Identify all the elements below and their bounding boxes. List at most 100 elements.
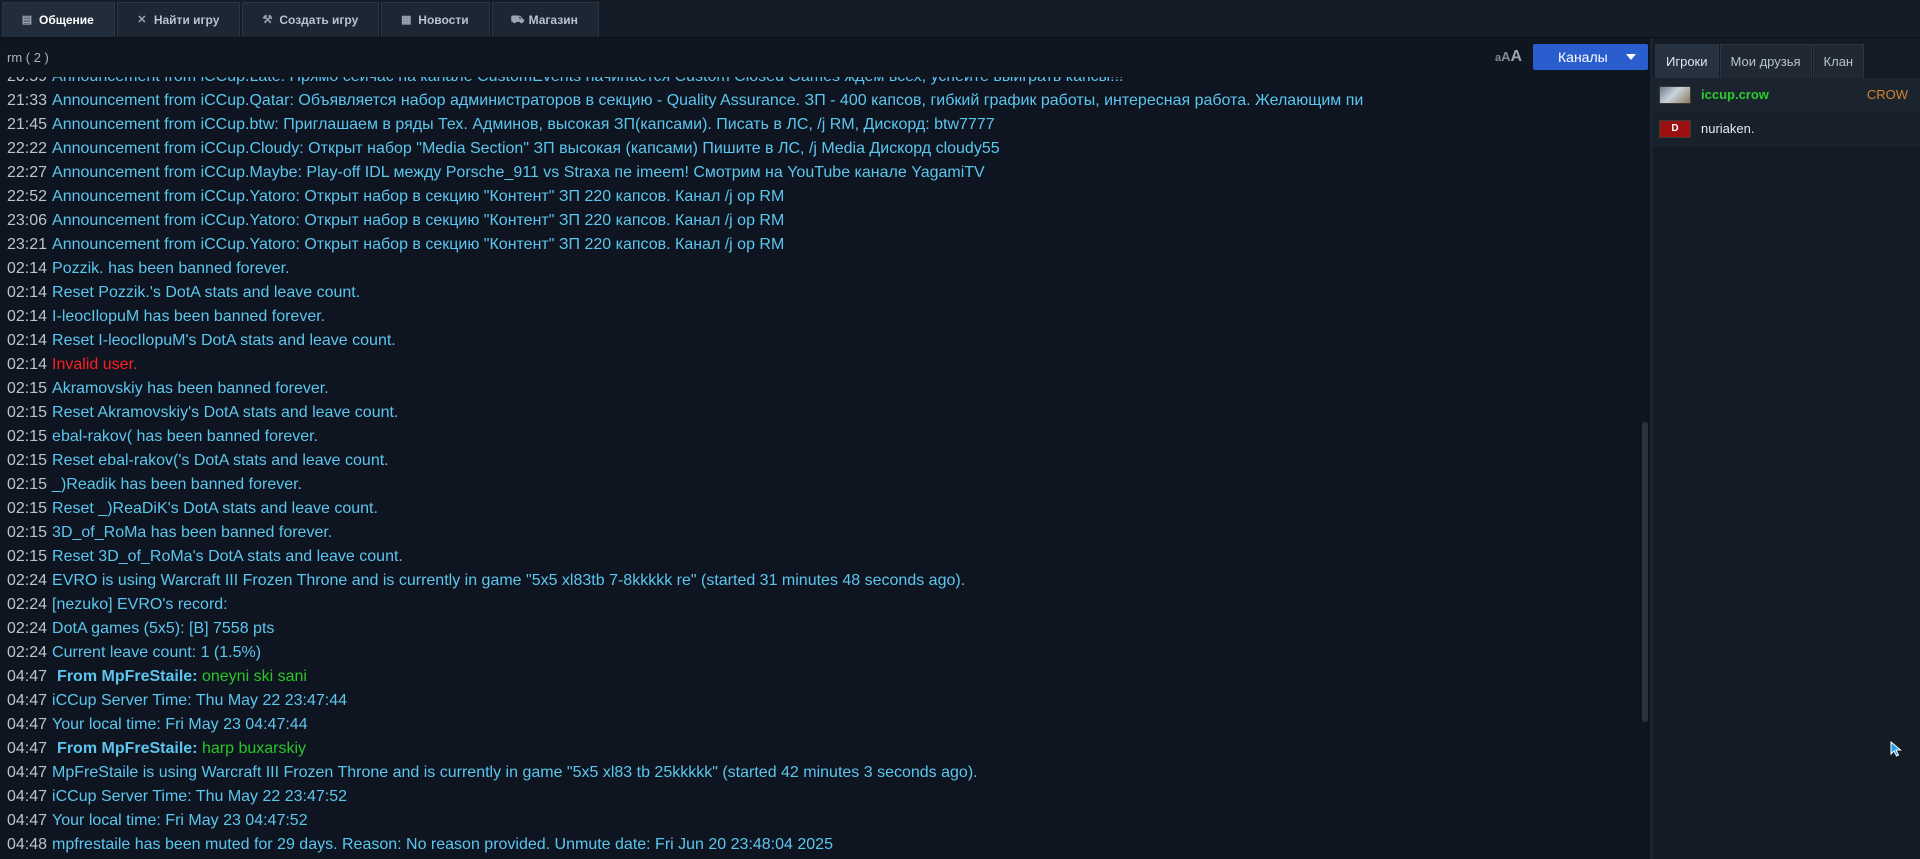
- message-time: 20:59: [7, 77, 47, 85]
- top-tab-bar: ▤ Общение ✕ Найти игру ⚒ Создать игру ▦ Новости…: [0, 0, 1920, 38]
- chat-message: 21:33 Announcement from iCCup.Qatar: Объя…: [7, 89, 1637, 113]
- tab-0[interactable]: ▤ Общение: [2, 2, 115, 37]
- chat-message: 02:15 Akramovskiy has been banned forever…: [7, 377, 1637, 401]
- message-text: Announcement from iCCup.Late: Прямо сейч…: [52, 77, 1123, 85]
- message-time: 04:48: [7, 836, 48, 853]
- newspaper-icon: ▦: [401, 14, 412, 26]
- message-time: 02:14: [7, 332, 48, 349]
- message-time: 04:47: [7, 716, 48, 733]
- tab-label: Найти игру: [153, 13, 220, 27]
- crossed-swords-icon: ✕: [137, 14, 147, 26]
- font-size-toggle[interactable]: aAA: [1495, 48, 1522, 66]
- main-tabs: ▤ Общение ✕ Найти игру ⚒ Создать игру ▦ Новости…: [2, 2, 601, 37]
- right-panel: Игроки Мои друзья Клан iccup.crow CROW Dnuri…: [1653, 38, 1920, 859]
- room-label: rm ( 2 ): [7, 50, 49, 65]
- mouse-cursor-icon: [1890, 741, 1902, 757]
- message-text: Announcement from iCCup.Cloudy: Открыт н…: [52, 140, 1000, 157]
- player-row[interactable]: iccup.crow CROW: [1653, 78, 1920, 112]
- cart-icon: ⛟: [510, 14, 525, 26]
- message-time: 02:15: [7, 404, 48, 421]
- message-time: 02:15: [7, 476, 48, 493]
- message-time: 02:15: [7, 500, 48, 517]
- message-time: 21:45: [7, 116, 48, 133]
- chat-message: 21:45 Announcement from iCCup.btw: Пригла…: [7, 113, 1637, 137]
- whisper-text: oneyni ski sani: [201, 668, 307, 685]
- whisper-sender[interactable]: From MpFreStaile:: [57, 668, 197, 685]
- tab-2[interactable]: ⚒ Создать игру: [242, 2, 380, 37]
- channels-label: Каналы: [1558, 49, 1608, 65]
- message-text: Reset I-leocIlopuM's DotA stats and leav…: [52, 332, 396, 349]
- chat-message: 04:47 From MpFreStaile: harp buxarskiy: [7, 737, 1637, 761]
- chat-log[interactable]: 20:59 Announcement from iCCup.Late: Прямо…: [0, 77, 1640, 859]
- right-tab-1[interactable]: Мои друзья: [1719, 44, 1812, 78]
- font-size-medium: A: [1501, 49, 1511, 64]
- whisper-text: harp buxarskiy: [201, 740, 307, 757]
- tab-label: Общение: [39, 13, 94, 27]
- message-text: mpfrestaile has been muted for 29 days. …: [52, 836, 833, 853]
- message-text: Reset ebal-rakov('s DotA stats and leave…: [52, 452, 389, 469]
- chat-message: 02:24 EVRO is using Warcraft III Frozen T…: [7, 569, 1637, 593]
- player-list: iccup.crow CROW Dnuriaken.: [1653, 78, 1920, 146]
- message-time: 21:33: [7, 92, 48, 109]
- message-list: 20:59 Announcement from iCCup.Late: Прямо…: [7, 77, 1637, 857]
- chat-message: 02:15 Reset Akramovskiy's DotA stats and …: [7, 401, 1637, 425]
- message-text: Pozzik. has been banned forever.: [52, 260, 290, 277]
- right-tab-2[interactable]: Клан: [1812, 44, 1865, 78]
- message-text: Reset Akramovskiy's DotA stats and leave…: [52, 404, 399, 421]
- font-size-large: A: [1510, 48, 1523, 65]
- channels-dropdown-button[interactable]: Каналы: [1533, 44, 1648, 70]
- tab-label: Новости: [418, 13, 469, 27]
- chat-message: 02:15 _)Readik has been banned forever.: [7, 473, 1637, 497]
- message-text: Reset Pozzik.'s DotA stats and leave cou…: [52, 284, 361, 301]
- player-row[interactable]: Dnuriaken.: [1653, 112, 1920, 146]
- message-text: Announcement from iCCup.Maybe: Play-off …: [52, 164, 985, 181]
- message-time: 02:15: [7, 380, 48, 397]
- chat-message: 02:14 Pozzik. has been banned forever.: [7, 257, 1637, 281]
- message-time: 04:47: [7, 740, 48, 757]
- message-text: Announcement from iCCup.Yatoro: Открыт н…: [52, 188, 785, 205]
- message-time: 02:24: [7, 596, 48, 613]
- message-text: Current leave count: 1 (1.5%): [52, 644, 262, 661]
- message-time: 02:15: [7, 524, 48, 541]
- message-time: 02:15: [7, 428, 48, 445]
- right-tab-0[interactable]: Игроки: [1655, 44, 1719, 78]
- chat-message: 04:47 MpFreStaile is using Warcraft III F…: [7, 761, 1637, 785]
- chat-message: 02:15 Reset _)ReaDiK's DotA stats and lea…: [7, 497, 1637, 521]
- message-text: Reset 3D_of_RoMa's DotA stats and leave …: [52, 548, 403, 565]
- chat-message: 22:52 Announcement from iCCup.Yatoro: Отк…: [7, 185, 1637, 209]
- message-time: 04:47: [7, 692, 48, 709]
- message-text: EVRO is using Warcraft III Frozen Throne…: [52, 572, 966, 589]
- chat-scrollbar[interactable]: [1640, 77, 1650, 859]
- chat-message: 04:47 Your local time: Fri May 23 04:47:5…: [7, 809, 1637, 833]
- tab-label: Магазин: [528, 13, 578, 27]
- message-time: 04:47: [7, 812, 48, 829]
- chat-message: 02:15 3D_of_RoMa has been banned forever.: [7, 521, 1637, 545]
- chat-message: 22:27 Announcement from iCCup.Maybe: Play…: [7, 161, 1637, 185]
- chat-message: 22:22 Announcement from iCCup.Cloudy: Отк…: [7, 137, 1637, 161]
- chat-message: 02:24 Current leave count: 1 (1.5%): [7, 641, 1637, 665]
- message-time: 02:15: [7, 452, 48, 469]
- tab-3[interactable]: ▦ Новости: [381, 2, 490, 37]
- message-text: Announcement from iCCup.Yatoro: Открыт н…: [52, 212, 785, 229]
- tab-1[interactable]: ✕ Найти игру: [116, 2, 241, 37]
- message-time: 23:06: [7, 212, 48, 229]
- message-text: ebal-rakov( has been banned forever.: [52, 428, 318, 445]
- message-time: 04:47: [7, 788, 48, 805]
- chat-scroll-thumb[interactable]: [1642, 422, 1648, 722]
- message-text: iCCup Server Time: Thu May 22 23:47:44: [52, 692, 348, 709]
- message-time: 22:52: [7, 188, 48, 205]
- player-clan-tag: CROW: [1866, 87, 1908, 102]
- chat-message: 23:06 Announcement from iCCup.Yatoro: Отк…: [7, 209, 1637, 233]
- tab-4[interactable]: ⛟ Магазин: [491, 2, 599, 37]
- message-time: 02:14: [7, 308, 48, 325]
- chat-message: 02:24 [nezuko] EVRO's record:: [7, 593, 1637, 617]
- message-text: Your local time: Fri May 23 04:47:52: [52, 812, 308, 829]
- message-time: 22:22: [7, 140, 48, 157]
- message-time: 02:24: [7, 572, 48, 589]
- whisper-sender[interactable]: From MpFreStaile:: [57, 740, 197, 757]
- caret-down-icon: [1626, 54, 1636, 60]
- chat-message: 02:15 Reset 3D_of_RoMa's DotA stats and l…: [7, 545, 1637, 569]
- chat-message: 02:15 ebal-rakov( has been banned forever…: [7, 425, 1637, 449]
- chat-message: 20:59 Announcement from iCCup.Late: Прямо…: [7, 77, 1637, 89]
- chat-message: 04:47 From MpFreStaile: oneyni ski sani: [7, 665, 1637, 689]
